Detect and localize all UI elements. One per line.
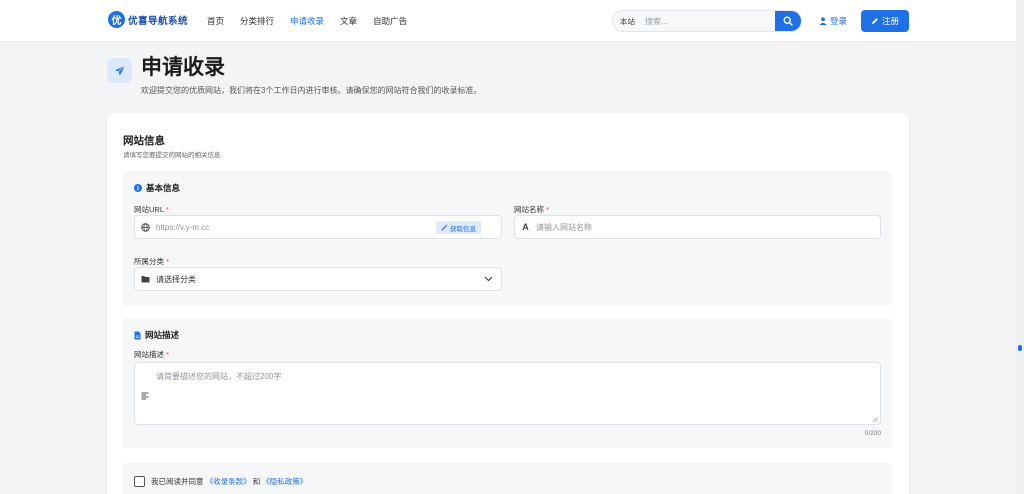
fetch-info-button[interactable]: 获取信息 [436, 221, 481, 234]
search-input[interactable] [641, 11, 775, 31]
nav-item-home[interactable]: 首页 [207, 15, 224, 27]
required-mark: * [166, 257, 170, 266]
scrollbar-thumb[interactable] [1018, 345, 1022, 351]
brand-name: 优喜导航系统 [128, 15, 189, 27]
basic-info-section: 基本信息 网站URL * https://v.y-m.cc 获取信息 网站名称 … [123, 171, 892, 306]
agree-prefix: 我已阅读并同意 [151, 477, 204, 486]
register-label: 注册 [881, 16, 899, 26]
required-mark: * [546, 205, 550, 214]
category-label: 所属分类 * [134, 256, 169, 267]
description-placeholder: 请简要描述您的网站，不超过200字 [156, 372, 282, 381]
user-icon [819, 17, 827, 25]
site-name-field[interactable]: A 请输入网站名称 [514, 215, 881, 239]
document-icon [134, 331, 141, 339]
info-circle-icon [134, 184, 142, 192]
site-name-label: 网站名称 * [514, 204, 549, 215]
register-button[interactable]: 注册 [861, 10, 909, 32]
agree-and: 和 [252, 477, 261, 486]
page-subtitle: 欢迎提交您的优质网站，我们将在3个工作日内进行审核。请确保您的网站符合我们的收录… [141, 86, 482, 95]
required-mark: * [166, 350, 170, 359]
site-name-placeholder: 请输入网站名称 [536, 222, 592, 232]
description-label: 网站描述 * [134, 349, 169, 360]
basic-info-title: 基本信息 [146, 183, 181, 193]
resize-handle-icon[interactable] [872, 416, 878, 422]
main-nav: 首页 分类排行 申请收录 文章 自助广告 [207, 15, 407, 27]
description-section: 网站描述 网站描述 * 请简要描述您的网站，不超过200字 0/200 [123, 318, 892, 448]
url-label-text: 网站URL [134, 205, 164, 214]
search-box: 本站 [612, 10, 802, 32]
paper-plane-icon [107, 58, 132, 83]
pencil-icon [871, 18, 878, 24]
page-title: 申请收录 [141, 56, 225, 79]
url-placeholder: https://v.y-m.cc [156, 222, 210, 232]
agreement-text: 我已阅读并同意 《收录条款》 和 《隐私政策》 [151, 476, 307, 487]
category-label-text: 所属分类 [134, 257, 164, 266]
category-select[interactable]: 请选择分类 [134, 267, 502, 291]
font-icon: A [522, 222, 529, 232]
char-counter: 0/200 [864, 430, 881, 437]
search-scope-select[interactable]: 本站 [613, 16, 641, 27]
logo-icon: 优 [108, 11, 125, 28]
card-title: 网站信息 [123, 135, 165, 147]
nav-item-ads[interactable]: 自助广告 [373, 15, 407, 27]
login-link[interactable]: 登录 [819, 15, 847, 27]
submission-form-card: 网站信息 请填写您要提交的网站的相关信息 基本信息 网站URL * https:… [107, 113, 909, 494]
basic-info-heading: 基本信息 [134, 182, 180, 194]
description-heading: 网站描述 [134, 329, 179, 341]
top-navbar: 优 优喜导航系统 首页 分类排行 申请收录 文章 自助广告 本站 登录 注册 [0, 0, 1016, 42]
globe-icon [135, 222, 156, 232]
agree-checkbox[interactable] [134, 476, 145, 487]
page-scrollbar[interactable] [1016, 0, 1024, 494]
site-name-label-text: 网站名称 [514, 205, 544, 214]
chevron-down-icon [484, 276, 493, 282]
description-textarea[interactable]: 请简要描述您的网站，不超过200字 [134, 362, 881, 425]
privacy-link[interactable]: 《隐私政策》 [262, 477, 307, 486]
category-selected-value: 请选择分类 [156, 274, 196, 284]
nav-item-articles[interactable]: 文章 [340, 15, 357, 27]
card-subtitle: 请填写您要提交的网站的相关信息 [123, 152, 221, 159]
nav-item-ranking[interactable]: 分类排行 [240, 15, 274, 27]
folder-icon [135, 275, 156, 283]
required-mark: * [165, 205, 169, 214]
description-label-text: 网站描述 [134, 350, 164, 359]
url-field[interactable]: https://v.y-m.cc 获取信息 [134, 215, 502, 239]
terms-link[interactable]: 《收录条款》 [206, 477, 251, 486]
search-button[interactable] [775, 11, 801, 31]
magic-wand-icon [441, 224, 448, 231]
url-label: 网站URL * [134, 204, 169, 215]
search-icon [783, 16, 793, 26]
fetch-info-label: 获取信息 [450, 225, 476, 233]
nav-item-submit[interactable]: 申请收录 [290, 15, 324, 27]
login-label: 登录 [830, 16, 848, 26]
align-left-icon [141, 392, 149, 400]
brand-logo[interactable]: 优 优喜导航系统 [108, 11, 188, 28]
agreement-section: 我已阅读并同意 《收录条款》 和 《隐私政策》 [123, 463, 892, 494]
description-title: 网站描述 [145, 330, 180, 340]
